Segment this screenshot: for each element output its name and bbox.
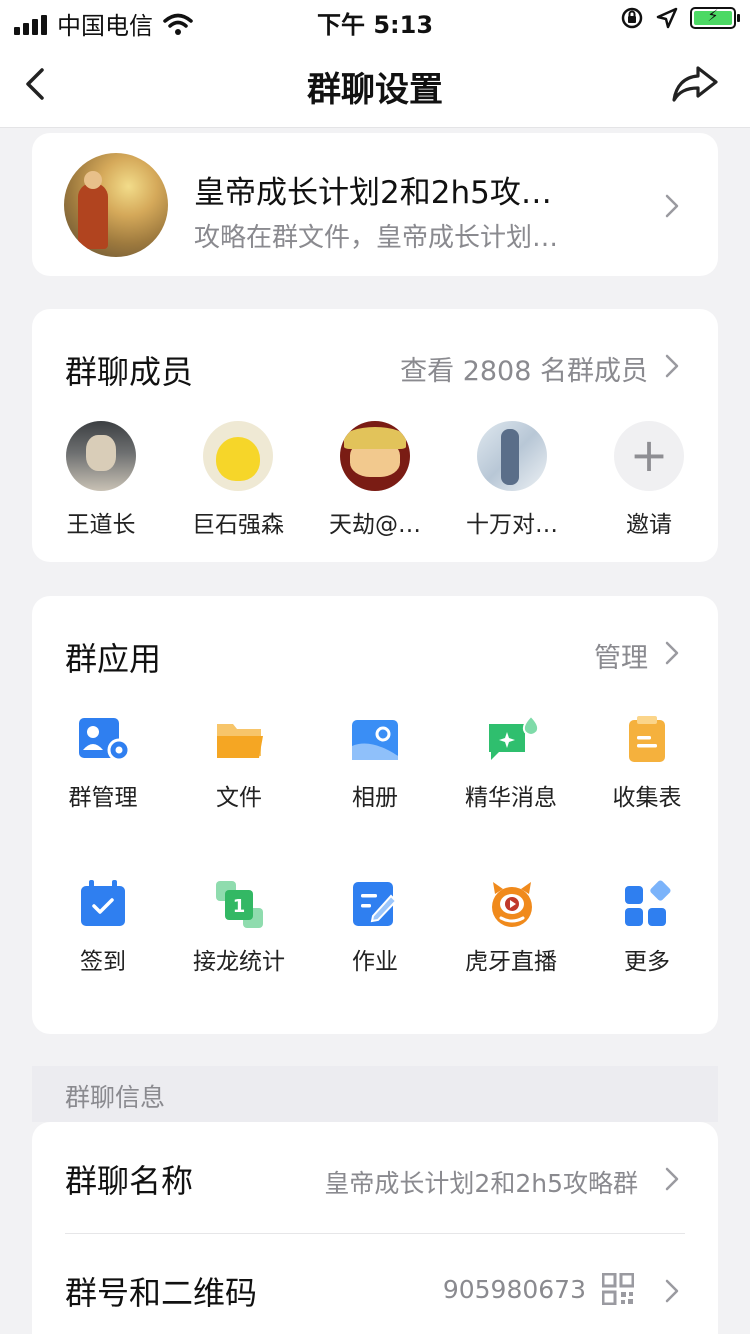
member-name: 十万对… [466, 512, 558, 538]
orientation-lock-icon [621, 7, 643, 29]
share-icon[interactable] [670, 62, 720, 106]
group-avatar [64, 153, 168, 257]
member-avatar [477, 421, 547, 491]
member-avatar [340, 421, 410, 491]
app-files[interactable]: 文件 [169, 716, 309, 812]
member-avatar [203, 421, 273, 491]
relay-icon: 1 [215, 880, 263, 928]
app-huya-live[interactable]: 虎牙直播 [441, 880, 581, 976]
group-number-label: 群号和二维码 [65, 1274, 258, 1312]
section-title: 群聊信息 [65, 1083, 166, 1112]
group-manage-icon [79, 716, 131, 764]
chevron-right-icon[interactable] [664, 640, 680, 666]
chevron-right-icon [665, 194, 679, 218]
member-item[interactable]: 十万对… [442, 421, 582, 539]
app-label: 接龙统计 [193, 949, 285, 975]
group-profile-card[interactable]: 皇帝成长计划2和2h5攻… 攻略在群文件，皇帝成长计划… [32, 133, 718, 276]
battery-icon: ⚡ [690, 6, 740, 29]
location-arrow-icon [656, 7, 678, 29]
group-members-card: 群聊成员 查看 2808 名群成员 王道长 巨石强森 天劫@… 十万对… + 邀… [32, 309, 718, 562]
invite-member-button[interactable]: + 邀请 [579, 421, 719, 539]
album-icon [351, 716, 399, 764]
member-name: 天劫@… [329, 512, 421, 538]
calendar-checkin-icon [79, 880, 127, 928]
app-group-manage[interactable]: 群管理 [33, 716, 173, 812]
group-info-section-header: 群聊信息 [32, 1066, 718, 1122]
chevron-right-icon [665, 1279, 679, 1303]
member-avatar [66, 421, 136, 491]
app-label: 虎牙直播 [465, 949, 557, 975]
group-name-label: 群聊名称 [65, 1162, 194, 1200]
member-name: 巨石强森 [192, 512, 284, 538]
app-checkin[interactable]: 签到 [33, 880, 173, 976]
chevron-right-icon[interactable] [664, 353, 680, 379]
app-essence-messages[interactable]: 精华消息 [441, 714, 581, 812]
member-item[interactable]: 王道长 [31, 421, 171, 539]
app-collection-form[interactable]: 收集表 [577, 716, 717, 812]
page-title: 群聊设置 [307, 70, 443, 110]
app-album[interactable]: 相册 [305, 716, 445, 812]
invite-label: 邀请 [626, 512, 672, 538]
app-homework[interactable]: 作业 [305, 880, 445, 976]
member-name: 王道长 [66, 512, 136, 538]
app-label: 签到 [80, 949, 126, 975]
homework-icon [351, 880, 399, 928]
group-name-value: 皇帝成长计划2和2h5攻略群 [324, 1169, 638, 1198]
view-all-members-link[interactable]: 查看 2808 名群成员 [400, 349, 648, 388]
app-label: 作业 [352, 949, 398, 975]
app-label: 相册 [352, 785, 398, 811]
app-label: 文件 [216, 785, 262, 811]
status-bar: 中国电信 下午 5:13 ⚡ [0, 0, 750, 40]
group-description: 攻略在群文件，皇帝成长计划… [194, 223, 559, 253]
navigation-bar: 群聊设置 [0, 40, 750, 128]
group-name: 皇帝成长计划2和2h5攻… [194, 175, 552, 211]
divider [65, 1233, 685, 1234]
app-relay-statistics[interactable]: 1 接龙统计 [169, 880, 309, 976]
app-label: 收集表 [612, 785, 682, 811]
essence-message-icon [487, 714, 540, 764]
more-apps-icon [623, 880, 671, 928]
app-label: 群管理 [68, 785, 138, 811]
member-item[interactable]: 巨石强森 [168, 421, 308, 539]
manage-apps-link[interactable]: 管理 [594, 636, 648, 675]
add-member-icon: + [614, 421, 684, 491]
group-number-value: 905980673 [442, 1275, 586, 1304]
apps-title: 群应用 [65, 640, 162, 678]
members-title: 群聊成员 [65, 353, 194, 391]
qr-code-icon [602, 1273, 634, 1305]
group-apps-card: 群应用 管理 群管理 文件 相册 精华消息 收集表 签到 1 接龙统计 作业 虎… [32, 596, 718, 1034]
app-more[interactable]: 更多 [577, 880, 717, 976]
chevron-right-icon [665, 1167, 679, 1191]
app-label: 精华消息 [465, 785, 557, 811]
folder-icon [215, 716, 263, 764]
svg-text:1: 1 [233, 896, 246, 917]
app-label: 更多 [624, 949, 670, 975]
huya-live-icon [487, 880, 535, 928]
member-item[interactable]: 天劫@… [305, 421, 445, 539]
clipboard-icon [623, 716, 671, 764]
group-info-card: 群聊名称 皇帝成长计划2和2h5攻略群 群号和二维码 905980673 [32, 1122, 718, 1334]
